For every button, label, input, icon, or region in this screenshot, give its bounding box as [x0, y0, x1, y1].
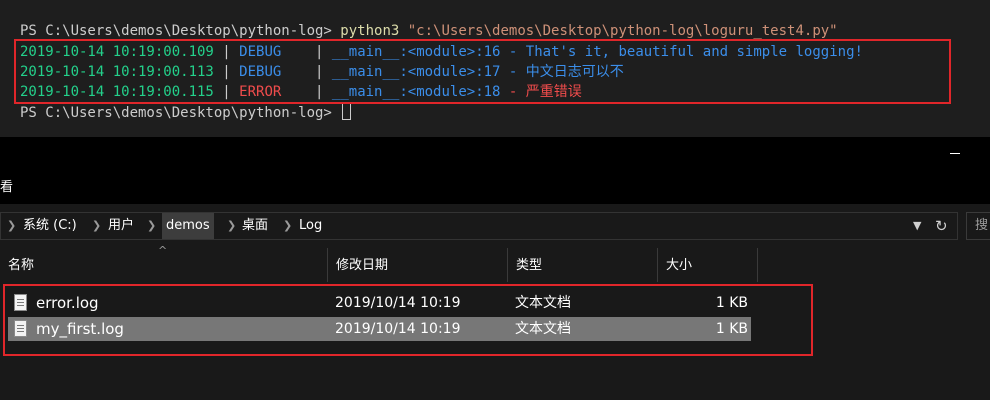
highlight-box-logs [14, 39, 951, 104]
column-header-row: 名称 修改日期 类型 大小 [0, 248, 990, 282]
window-gap [0, 137, 990, 204]
breadcrumb-demos[interactable]: demos [162, 213, 214, 239]
chevron-right-icon[interactable]: ❯ [227, 213, 236, 239]
ribbon-tab-view[interactable]: 看 [0, 178, 13, 198]
highlight-box-files [3, 284, 813, 356]
command-argument: "c:\Users\demos\Desktop\python-log\logur… [407, 23, 838, 39]
breadcrumb-drive[interactable]: 系统 (C:) [23, 213, 77, 239]
prompt: PS C:\Users\demos\Desktop\python-log> [20, 23, 341, 39]
refresh-icon[interactable]: ↻ [935, 213, 948, 239]
chevron-right-icon[interactable]: ❯ [92, 213, 101, 239]
chevron-right-icon[interactable]: ❯ [283, 213, 292, 239]
text-cursor [342, 103, 352, 120]
minimize-icon[interactable] [950, 153, 960, 154]
breadcrumb-log[interactable]: Log [299, 213, 322, 239]
prompt: PS C:\Users\demos\Desktop\python-log> [20, 105, 341, 121]
command: python3 [340, 23, 400, 39]
chevron-right-icon[interactable]: ❯ [147, 213, 156, 239]
chevron-down-icon[interactable]: ▼ [913, 213, 921, 239]
prompt-line: PS C:\Users\demos\Desktop\python-log> [20, 103, 352, 123]
address-bar[interactable]: ❯ 系统 (C:) ❯ 用户 ❯ demos ❯ 桌面 ❯ Log ▼ ↻ [0, 212, 958, 240]
chevron-right-icon[interactable]: ❯ [7, 213, 16, 239]
file-explorer: ❯ 系统 (C:) ❯ 用户 ❯ demos ❯ 桌面 ❯ Log ▼ ↻ 搜 … [0, 204, 990, 400]
breadcrumb-users[interactable]: 用户 [108, 213, 134, 239]
command-line: PS C:\Users\demos\Desktop\python-log> py… [20, 21, 838, 41]
breadcrumb-desktop[interactable]: 桌面 [242, 213, 268, 239]
column-header-date[interactable]: 修改日期 [328, 248, 508, 282]
terminal-panel[interactable]: PS C:\Users\demos\Desktop\python-log> py… [0, 0, 990, 137]
search-input[interactable]: 搜 [966, 212, 990, 240]
column-header-type[interactable]: 类型 [508, 248, 658, 282]
column-header-size[interactable]: 大小 [658, 248, 758, 282]
column-header-name[interactable]: 名称 [0, 248, 328, 282]
